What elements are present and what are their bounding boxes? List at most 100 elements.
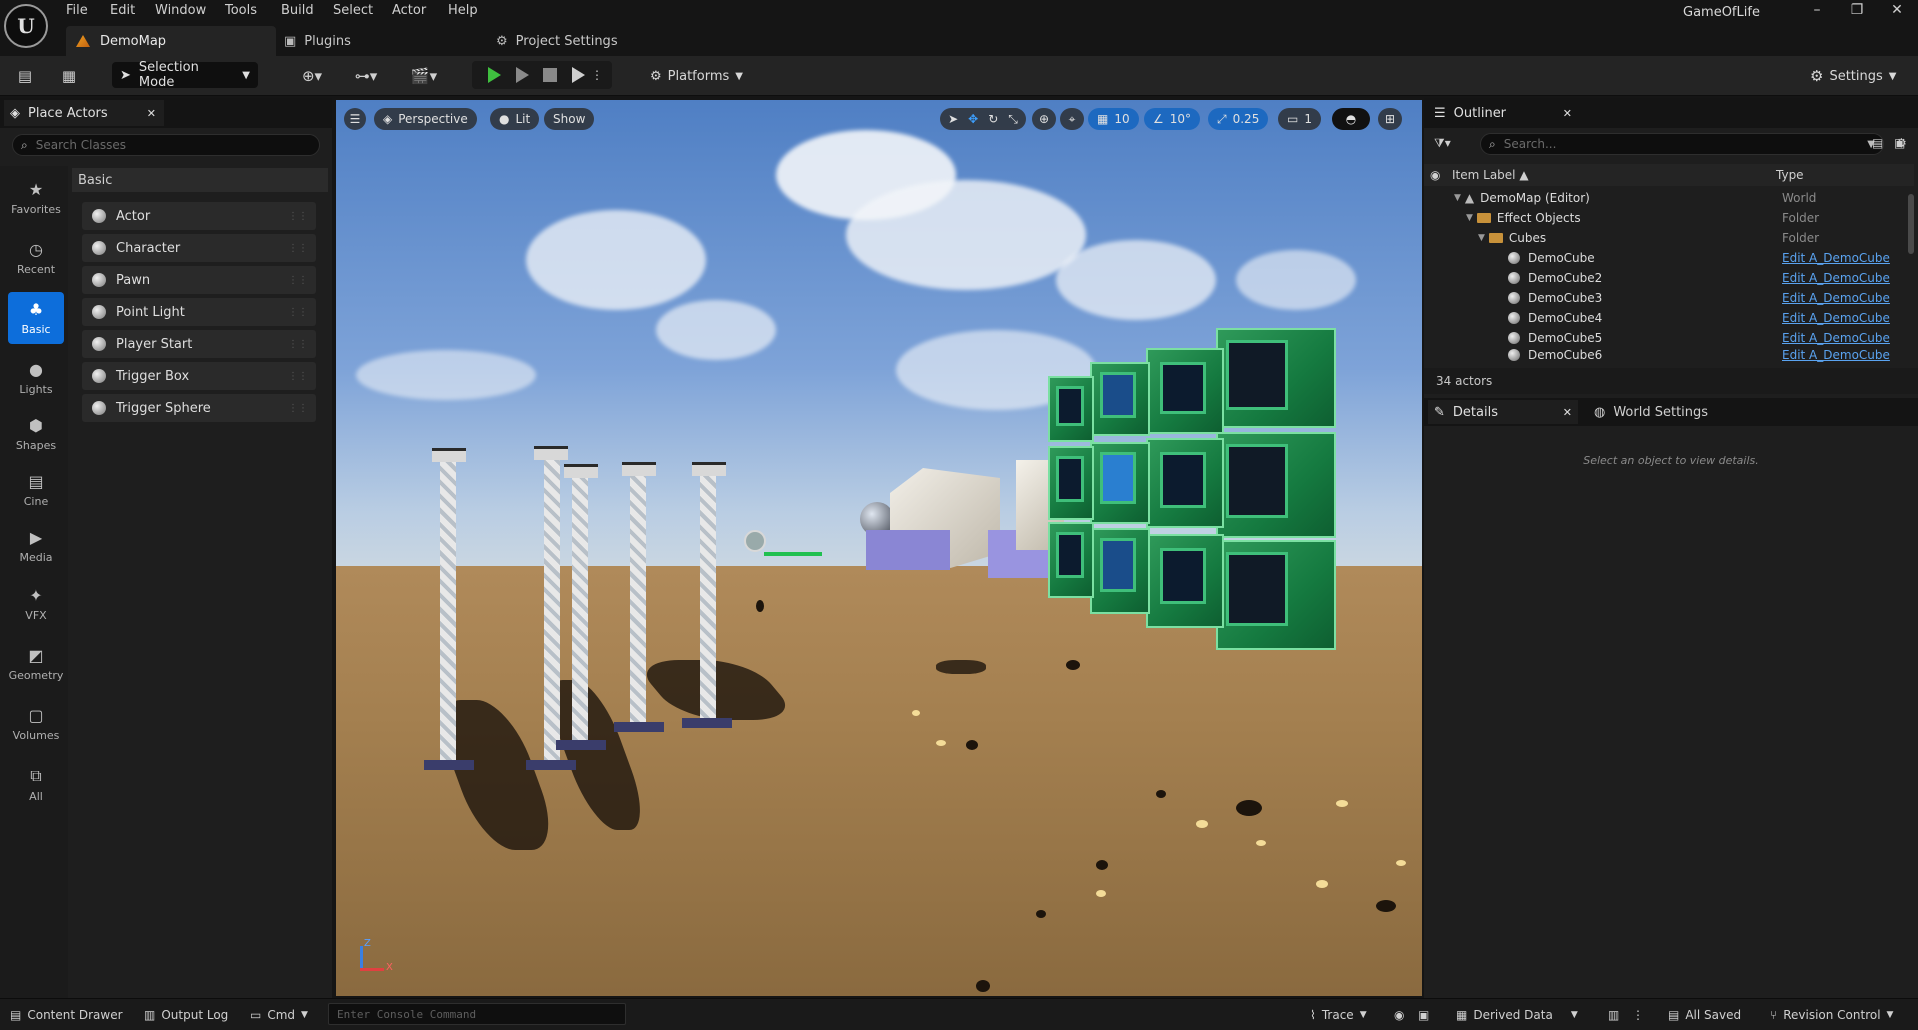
visibility-icon[interactable]: ◉ bbox=[1430, 168, 1446, 182]
cinematics-icon[interactable]: 🎬▾ bbox=[404, 64, 444, 88]
play-options-icon[interactable]: ⋮ bbox=[590, 65, 604, 85]
drag-handle-icon[interactable]: ⋮⋮ bbox=[288, 371, 308, 382]
camera-speed-button[interactable]: ▭ 1 bbox=[1278, 108, 1321, 130]
more-options-icon[interactable]: ⋮ bbox=[1632, 1006, 1644, 1024]
tab-place-actors[interactable]: ◈ Place Actors ✕ bbox=[4, 100, 164, 126]
drag-handle-icon[interactable]: ⋮⋮ bbox=[288, 243, 308, 254]
edit-blueprint-link[interactable]: Edit A_DemoCube bbox=[1782, 271, 1890, 285]
tab-demomap[interactable]: DemoMap bbox=[66, 26, 276, 56]
game-view-button[interactable]: ◓ bbox=[1332, 108, 1370, 130]
menu-tools[interactable]: Tools bbox=[225, 3, 257, 21]
actor-item-trigger-sphere[interactable]: Trigger Sphere ⋮⋮ bbox=[82, 394, 316, 422]
perspective-button[interactable]: ◈ Perspective bbox=[374, 108, 477, 130]
minimize-button[interactable]: – bbox=[1800, 2, 1834, 22]
category-media[interactable]: ▶ Media bbox=[8, 520, 64, 572]
edit-blueprint-link[interactable]: Edit A_DemoCube bbox=[1782, 251, 1890, 265]
surface-snap-button[interactable]: ⌖ bbox=[1060, 108, 1084, 130]
column-type[interactable]: Type bbox=[1776, 168, 1804, 182]
category-all[interactable]: ⧉ All bbox=[8, 758, 64, 810]
tab-plugins[interactable]: ▣ Plugins bbox=[284, 31, 351, 51]
actor-item-point-light[interactable]: Point Light ⋮⋮ bbox=[82, 298, 316, 326]
close-icon[interactable]: ✕ bbox=[147, 107, 156, 120]
outliner-row[interactable]: DemoCube5 Edit A_DemoCube bbox=[1424, 328, 1914, 348]
category-lights[interactable]: ● Lights bbox=[8, 352, 64, 404]
close-icon[interactable]: ✕ bbox=[1563, 406, 1572, 419]
menu-select[interactable]: Select bbox=[333, 3, 373, 21]
drag-handle-icon[interactable]: ⋮⋮ bbox=[288, 339, 308, 350]
camera-capture-icon[interactable]: ▣ bbox=[1418, 1006, 1429, 1024]
maximize-button[interactable]: ❐ bbox=[1840, 2, 1874, 22]
tab-outliner[interactable]: ☰ Outliner ✕ bbox=[1428, 100, 1578, 126]
close-button[interactable]: ✕ bbox=[1880, 2, 1914, 22]
save-icon[interactable]: ▤ bbox=[12, 64, 38, 88]
tab-details[interactable]: ✎ Details ✕ bbox=[1428, 400, 1578, 424]
edit-blueprint-link[interactable]: Edit A_DemoCube bbox=[1782, 331, 1890, 345]
new-folder-icon[interactable]: ▤ bbox=[1872, 136, 1883, 150]
actor-item-pawn[interactable]: Pawn ⋮⋮ bbox=[82, 266, 316, 294]
select-icon[interactable]: ➤ bbox=[948, 112, 958, 126]
rotate-icon[interactable]: ↻ bbox=[988, 112, 998, 126]
stop-button[interactable] bbox=[538, 65, 562, 85]
scale-icon[interactable]: ⤡ bbox=[1008, 112, 1018, 127]
settings-dropdown[interactable]: ⚙ Settings ▼ bbox=[1810, 64, 1896, 88]
outliner-row[interactable]: DemoCube6 Edit A_DemoCube bbox=[1424, 348, 1914, 362]
category-shapes[interactable]: ⬢ Shapes bbox=[8, 408, 64, 460]
menu-edit[interactable]: Edit bbox=[110, 3, 135, 21]
move-icon[interactable]: ✥ bbox=[968, 112, 978, 126]
category-vfx[interactable]: ✦ VFX bbox=[8, 578, 64, 630]
gizmo-arrow[interactable] bbox=[764, 552, 822, 556]
stats-icon[interactable]: ▥ bbox=[1608, 1006, 1619, 1024]
edit-blueprint-link[interactable]: Edit A_DemoCube bbox=[1782, 311, 1890, 325]
drag-handle-icon[interactable]: ⋮⋮ bbox=[288, 307, 308, 318]
blueprint-icon[interactable]: ⊶▾ bbox=[346, 64, 386, 88]
actor-item-trigger-box[interactable]: Trigger Box ⋮⋮ bbox=[82, 362, 316, 390]
trace-dropdown[interactable]: ⌇ Trace ▼ bbox=[1310, 1006, 1367, 1024]
outliner-row[interactable]: DemoCube4 Edit A_DemoCube bbox=[1424, 308, 1914, 328]
drag-handle-icon[interactable]: ⋮⋮ bbox=[288, 275, 308, 286]
rotation-snap-button[interactable]: ∠ 10° bbox=[1144, 108, 1201, 130]
expand-icon[interactable]: ▼ bbox=[1466, 213, 1473, 223]
tab-world-settings[interactable]: ◍ World Settings bbox=[1588, 400, 1708, 424]
category-basic[interactable]: ♣ Basic bbox=[8, 292, 64, 344]
content-drawer-button[interactable]: ▤ Content Drawer bbox=[10, 1006, 123, 1024]
scale-snap-button[interactable]: ⤢ 0.25 bbox=[1208, 108, 1269, 130]
category-volumes[interactable]: ▢ Volumes bbox=[8, 698, 64, 750]
outliner-row[interactable]: DemoCube2 Edit A_DemoCube bbox=[1424, 268, 1914, 288]
column-item-label[interactable]: Item Label ▲ bbox=[1452, 168, 1776, 182]
level-viewport[interactable]: Z X ☰ ◈ Perspective ● Lit Show ➤ ✥ ↻ ⤡ ⊕ ⌖… bbox=[336, 100, 1422, 996]
filter-icon[interactable]: ⧩▾ bbox=[1434, 136, 1451, 151]
settings-gear-icon[interactable]: ⚙ bbox=[1896, 136, 1907, 150]
console-command-input[interactable]: Enter Console Command bbox=[328, 1003, 626, 1025]
outliner-row[interactable]: ▼ Cubes Folder bbox=[1424, 228, 1914, 248]
category-geometry[interactable]: ◩ Geometry bbox=[8, 638, 64, 690]
launch-button[interactable] bbox=[566, 65, 590, 85]
expand-icon[interactable]: ▼ bbox=[1478, 233, 1485, 243]
menu-build[interactable]: Build bbox=[281, 3, 314, 21]
menu-window[interactable]: Window bbox=[155, 3, 206, 21]
category-cine[interactable]: ▤ Cine bbox=[8, 464, 64, 516]
edit-blueprint-link[interactable]: Edit A_DemoCube bbox=[1782, 291, 1890, 305]
menu-file[interactable]: File bbox=[66, 3, 88, 21]
outliner-scrollbar[interactable] bbox=[1908, 194, 1914, 254]
outliner-row[interactable]: DemoCube Edit A_DemoCube bbox=[1424, 248, 1914, 268]
derived-data-dropdown[interactable]: ▦ Derived Data ▼ bbox=[1456, 1006, 1578, 1024]
close-icon[interactable]: ✕ bbox=[1563, 107, 1572, 120]
category-recent[interactable]: ◷ Recent bbox=[8, 232, 64, 284]
cmd-dropdown[interactable]: ▭ Cmd ▼ bbox=[250, 1006, 308, 1024]
grid-snap-button[interactable]: ▦ 10 bbox=[1088, 108, 1139, 130]
revision-control-dropdown[interactable]: ⑂ Revision Control ▼ bbox=[1770, 1006, 1893, 1024]
tab-project-settings[interactable]: ⚙ Project Settings bbox=[496, 31, 618, 51]
actor-item-character[interactable]: Character ⋮⋮ bbox=[82, 234, 316, 262]
platforms-dropdown[interactable]: ⚙ Platforms ▼ bbox=[650, 64, 743, 88]
menu-actor[interactable]: Actor bbox=[392, 3, 426, 21]
menu-help[interactable]: Help bbox=[448, 3, 478, 21]
edit-blueprint-link[interactable]: Edit A_DemoCube bbox=[1782, 348, 1890, 362]
record-icon[interactable]: ◉ bbox=[1394, 1006, 1404, 1024]
actor-item-player-start[interactable]: Player Start ⋮⋮ bbox=[82, 330, 316, 358]
selection-mode-dropdown[interactable]: ➤ Selection Mode ▼ bbox=[112, 60, 258, 90]
unreal-logo[interactable]: U bbox=[4, 4, 48, 48]
outliner-search-input[interactable]: ⌕ Search... ▼ bbox=[1480, 133, 1884, 155]
outliner-row[interactable]: ▼ ▲ DemoMap (Editor) World bbox=[1424, 188, 1914, 208]
add-actor-icon[interactable]: ⊕▾ bbox=[292, 64, 332, 88]
content-browser-icon[interactable]: ▦ bbox=[56, 64, 82, 88]
